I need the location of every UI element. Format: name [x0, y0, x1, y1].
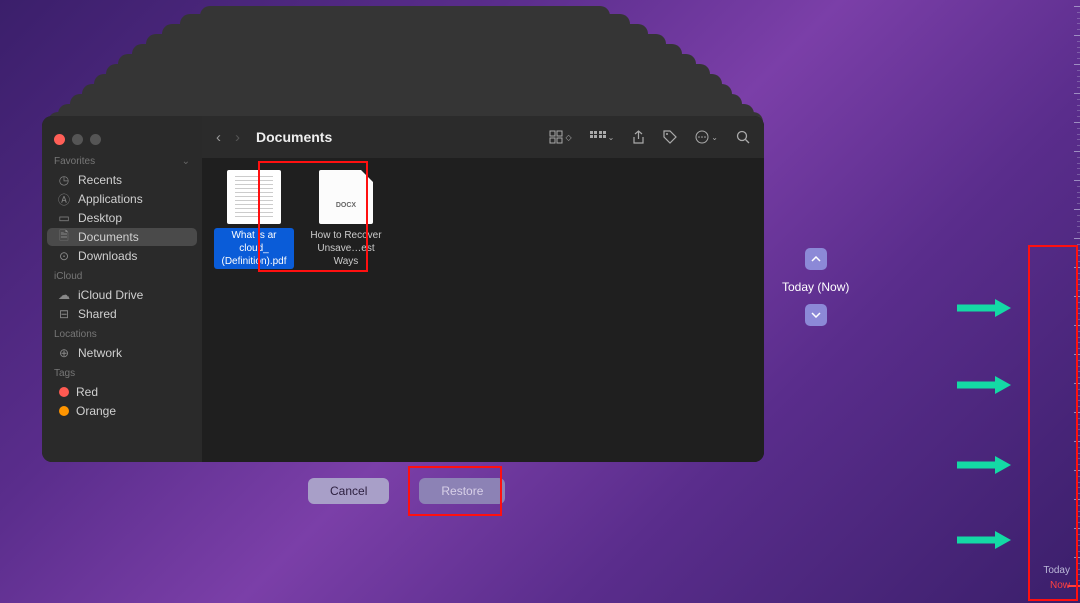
- sidebar-item-documents[interactable]: 🗎 Documents: [47, 228, 197, 246]
- section-tags: Tags: [42, 363, 202, 382]
- sidebar-item-tag-red[interactable]: Red: [47, 383, 197, 401]
- toolbar: ‹ › Documents ◇ ⌄: [202, 116, 764, 158]
- annotation-arrow-icon: [955, 375, 1011, 395]
- sidebar-item-icloud-drive[interactable]: ☁ iCloud Drive: [47, 286, 197, 304]
- maximize-button[interactable]: [90, 134, 101, 145]
- search-icon[interactable]: [736, 130, 750, 144]
- main-pane: ‹ › Documents ◇ ⌄: [202, 116, 764, 462]
- restore-button[interactable]: Restore: [419, 478, 505, 504]
- document-icon: 🗎: [57, 230, 71, 244]
- more-icon[interactable]: ⌄: [695, 130, 718, 144]
- chevron-down-icon[interactable]: ⌄: [182, 156, 190, 167]
- sidebar-item-tag-orange[interactable]: Orange: [47, 402, 197, 420]
- forward-button[interactable]: ›: [235, 129, 240, 146]
- sidebar: Favorites ⌄ ◷ Recents Ⓐ Applications ▭ D…: [42, 116, 202, 462]
- section-favorites: Favorites ⌄: [42, 151, 202, 170]
- timeline-now-label: Now: [1050, 580, 1070, 591]
- share-icon[interactable]: [632, 130, 645, 145]
- red-tag-icon: [59, 387, 69, 397]
- sidebar-item-applications[interactable]: Ⓐ Applications: [47, 190, 197, 208]
- download-icon: ⊙: [57, 249, 71, 263]
- annotation-arrow-icon: [955, 455, 1011, 475]
- back-button[interactable]: ‹: [216, 129, 221, 146]
- time-label: Today (Now): [782, 276, 849, 298]
- orange-tag-icon: [59, 406, 69, 416]
- file-name: What is ar cloud_ (Definition).pdf: [214, 228, 294, 269]
- clock-icon: ◷: [57, 173, 71, 187]
- group-icon[interactable]: ⌄: [590, 131, 615, 143]
- docx-badge: DOCX: [336, 202, 356, 209]
- section-icloud: iCloud: [42, 266, 202, 285]
- timeline-now-tick: [1068, 585, 1080, 587]
- timeline-ruler[interactable]: Today Now: [1072, 0, 1080, 603]
- annotation-arrow-icon: [955, 298, 1011, 318]
- file-item-docx[interactable]: DOCX How to Recover Unsave…est Ways: [306, 170, 386, 269]
- file-item-pdf[interactable]: What is ar cloud_ (Definition).pdf: [214, 170, 294, 269]
- desktop-icon: ▭: [57, 211, 71, 225]
- time-up-button[interactable]: [805, 248, 827, 270]
- timeline-today-label: Today: [1043, 565, 1070, 576]
- time-down-button[interactable]: [805, 304, 827, 326]
- window-title: Documents: [256, 129, 332, 145]
- finder-window: Favorites ⌄ ◷ Recents Ⓐ Applications ▭ D…: [42, 116, 764, 462]
- time-navigation: Today (Now): [782, 248, 849, 326]
- sidebar-item-desktop[interactable]: ▭ Desktop: [47, 209, 197, 227]
- highlight-box-timeline: [1028, 245, 1078, 601]
- file-grid[interactable]: What is ar cloud_ (Definition).pdf DOCX …: [202, 158, 764, 462]
- sidebar-item-recents[interactable]: ◷ Recents: [47, 171, 197, 189]
- file-name: How to Recover Unsave…est Ways: [306, 228, 386, 269]
- action-buttons: Cancel Restore: [308, 478, 505, 504]
- cancel-button[interactable]: Cancel: [308, 478, 389, 504]
- sidebar-item-shared[interactable]: ⊟ Shared: [47, 305, 197, 323]
- sidebar-item-downloads[interactable]: ⊙ Downloads: [47, 247, 197, 265]
- file-thumbnail: [227, 170, 281, 224]
- shared-icon: ⊟: [57, 307, 71, 321]
- file-thumbnail: DOCX: [319, 170, 373, 224]
- view-grid-icon[interactable]: ◇: [549, 130, 571, 144]
- close-button[interactable]: [54, 134, 65, 145]
- cloud-icon: ☁: [57, 288, 71, 302]
- minimize-button[interactable]: [72, 134, 83, 145]
- sidebar-item-network[interactable]: ⊕ Network: [47, 344, 197, 362]
- section-locations: Locations: [42, 324, 202, 343]
- annotation-arrow-icon: [955, 530, 1011, 550]
- network-icon: ⊕: [57, 346, 71, 360]
- tag-icon[interactable]: [663, 130, 677, 144]
- window-controls: [42, 126, 202, 151]
- applications-icon: Ⓐ: [57, 192, 71, 206]
